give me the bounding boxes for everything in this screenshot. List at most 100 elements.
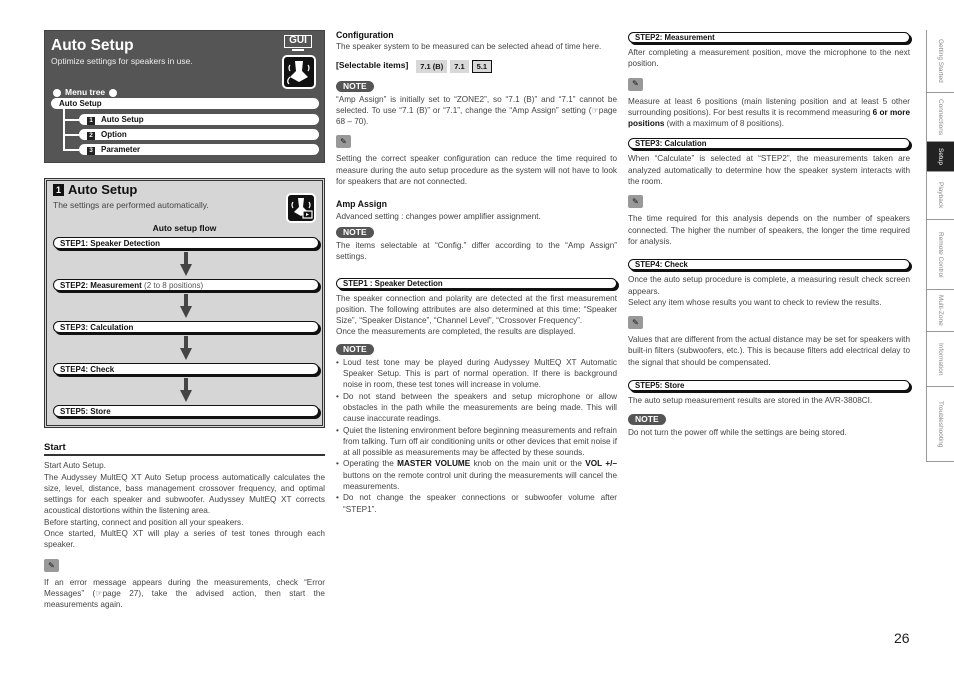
microphone-speaker-icon (282, 55, 316, 89)
start-text: Once started, MultEQ XT will play a seri… (44, 529, 325, 550)
pencil-icon: ✎ (628, 195, 643, 209)
tab-label: Remote Control (937, 231, 945, 278)
vol-button-label: VOL +/– (585, 459, 617, 469)
step1-heading: STEP1 : Speaker Detection (336, 277, 617, 289)
menu-tree-label: Menu tree (53, 87, 118, 98)
menu-item-label: Auto Setup (101, 115, 144, 124)
option-7-1[interactable]: 7.1 (450, 59, 469, 73)
step4-heading: STEP4: Check (628, 259, 910, 271)
menu-root-label: Auto Setup (59, 99, 102, 108)
gui-monitor-stand (292, 49, 304, 51)
step3-text: When “Calculate” is selected at “STEP2”,… (628, 154, 910, 187)
tab-connections[interactable]: Connections (926, 93, 954, 142)
menu-item-option[interactable]: 2 Option (79, 129, 319, 140)
bullet-dot (109, 88, 118, 97)
step5-heading: STEP5: Store (628, 380, 910, 392)
menu-root-auto-setup[interactable]: Auto Setup (51, 98, 319, 109)
flow-step-4: STEP4: Check (53, 362, 319, 375)
start-text: Start Auto Setup. (44, 461, 106, 471)
configuration-text: The speaker system to be measured can be… (336, 42, 602, 52)
tab-label: Playback (937, 182, 945, 209)
middle-column: Configuration The speaker system to be m… (336, 30, 617, 515)
bullet-text: Operating the (343, 459, 398, 469)
note-bullet: Operating the MASTER VOLUME knob on the … (336, 458, 617, 492)
tree-connector (63, 109, 65, 151)
note-bullet: Quiet the listening environment before b… (336, 425, 617, 459)
step3-heading: STEP3: Calculation (628, 138, 910, 150)
tab-getting-started[interactable]: Getting Started (926, 30, 954, 93)
right-column: STEP2: Measurement After completing a me… (628, 32, 910, 439)
step3-tip: The time required for this analysis depe… (628, 214, 910, 246)
note-bullet: Loud test tone may be played during Audy… (336, 357, 617, 391)
page-title: Auto Setup (51, 37, 134, 54)
down-arrow-icon (53, 249, 319, 279)
selectable-items-row: [Selectable items] 7.1 (B) 7.1 5.1 (336, 59, 617, 73)
tab-multi-zone[interactable]: Multi-Zone (926, 290, 954, 332)
header-box: Auto Setup Optimize settings for speaker… (44, 30, 325, 163)
step2-tip: Measure at least 6 positions (main liste… (628, 96, 910, 130)
tab-label: Connections (937, 98, 945, 135)
option-7-1-b[interactable]: 7.1 (B) (416, 59, 448, 73)
tab-setup[interactable]: Setup (926, 141, 954, 172)
auto-setup-flow-box: 1 Auto Setup The settings are performed … (44, 178, 325, 428)
flow-step-5: STEP5: Store (53, 404, 319, 417)
amp-assign-text: Advanced setting : changes power amplifi… (336, 211, 541, 221)
step1-text: Once the measurements are completed, the… (336, 327, 576, 337)
section-number: 1 (53, 184, 64, 196)
step-label: STEP1: Speaker Detection (60, 238, 161, 248)
flow-title: Auto setup flow (152, 223, 217, 234)
tip-text: Measure at least 6 positions (main liste… (628, 96, 910, 117)
tab-information[interactable]: Information (926, 332, 954, 387)
auto-setup-subtitle: The settings are performed automatically… (53, 200, 209, 210)
menu-item-parameter[interactable]: 3 Parameter (79, 144, 319, 155)
start-heading: Start (44, 442, 325, 457)
page-subtitle: Optimize settings for speakers in use. (51, 56, 193, 66)
auto-setup-title: Auto Setup (68, 182, 138, 198)
note-badge: NOTE (336, 343, 374, 355)
menu-item-label: Option (101, 130, 127, 139)
pencil-icon: ✎ (628, 316, 643, 330)
tab-label: Information (937, 342, 945, 376)
tree-connector (63, 134, 79, 136)
menu-item-number: 3 (87, 147, 95, 155)
step1-text: The speaker connection and polarity are … (336, 293, 617, 326)
bullet-text: knob on the main unit or the (470, 459, 586, 469)
bullet-dot (53, 88, 61, 97)
tab-playback[interactable]: Playback (926, 171, 954, 220)
note-bullet: Do not stand between the speakers and se… (336, 391, 617, 425)
left-column: Auto Setup Optimize settings for speaker… (44, 30, 325, 609)
amp-assign-heading: Amp Assign (336, 199, 387, 210)
note-badge: NOTE (628, 414, 666, 426)
step4-text: Once the auto setup procedure is complet… (628, 275, 910, 296)
selectable-items-label: [Selectable items] (336, 60, 409, 71)
step1-note-list: Loud test tone may be played during Audy… (336, 357, 617, 515)
tip-text: (with a maximum of 8 positions). (664, 119, 785, 129)
pencil-icon: ✎ (336, 135, 351, 149)
pencil-icon: ✎ (44, 558, 59, 572)
configuration-note: “Amp Assign” is initially set to “ZONE2”… (336, 94, 617, 127)
pencil-icon: ✎ (628, 77, 643, 91)
menu-item-auto-setup[interactable]: 1 Auto Setup (79, 114, 319, 125)
note-badge: NOTE (336, 226, 374, 238)
start-tip: If an error message appears during the m… (44, 577, 325, 610)
auto-setup-heading: 1 Auto Setup (53, 182, 316, 198)
amp-assign-note: The items selectable at “Config.” differ… (336, 240, 617, 262)
configuration-heading: Configuration (336, 30, 394, 40)
tab-troubleshooting[interactable]: Troubleshooting (926, 387, 954, 462)
configuration-tip: Setting the correct speaker configuratio… (336, 154, 617, 187)
bullet-text: buttons on the remote control unit durin… (343, 470, 617, 492)
down-arrow-icon (53, 375, 319, 405)
step2-text: After completing a measurement position,… (628, 48, 910, 69)
flow-step-3: STEP3: Calculation (53, 320, 319, 333)
step4-tip: Values that are different from the actua… (628, 335, 910, 367)
down-arrow-icon (53, 291, 319, 321)
tree-connector (63, 119, 79, 121)
tab-remote-control[interactable]: Remote Control (926, 220, 954, 290)
flow-step-1: STEP1: Speaker Detection (53, 236, 319, 249)
option-5-1[interactable]: 5.1 (471, 59, 493, 73)
step4-text: Select any item whose results you want t… (628, 297, 882, 307)
step-label: STEP3: Calculation (60, 322, 134, 332)
note-badge: NOTE (336, 80, 374, 92)
start-text: Before starting, connect and position al… (44, 517, 244, 527)
tab-label: Getting Started (937, 39, 945, 83)
